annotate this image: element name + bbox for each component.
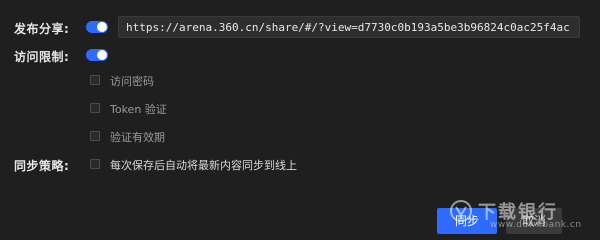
- validity-period-label: 验证有效期: [110, 131, 165, 144]
- access-restriction-toggle[interactable]: [86, 49, 108, 61]
- toggle-knob: [97, 22, 107, 32]
- auto-sync-label: 每次保存后自动将最新内容同步到线上: [110, 159, 297, 172]
- token-verify-label: Token 验证: [110, 103, 167, 116]
- watermark-subtitle: www.downbank.cn: [490, 220, 582, 230]
- sync-strategy-label: 同步策略:: [14, 159, 70, 173]
- access-restriction-label: 访问限制:: [14, 50, 70, 64]
- sync-strategy-row: 同步策略: 每次保存后自动将最新内容同步到线上: [0, 154, 600, 176]
- validity-period-checkbox[interactable]: [90, 131, 100, 141]
- toggle-knob: [97, 50, 107, 60]
- access-password-checkbox[interactable]: [90, 75, 100, 85]
- publish-share-toggle[interactable]: [86, 21, 108, 33]
- access-password-label: 访问密码: [110, 75, 154, 88]
- token-verify-checkbox[interactable]: [90, 103, 100, 113]
- publish-share-row: 发布分享: https://arena.360.cn/share/#/?view…: [0, 0, 600, 48]
- watermark: 下载银行 www.downbank.cn: [450, 196, 590, 236]
- publish-share-label: 发布分享:: [14, 22, 70, 36]
- downbank-logo-icon: [450, 200, 472, 222]
- access-restriction-row: 访问限制:: [0, 44, 600, 66]
- auto-sync-checkbox[interactable]: [90, 159, 100, 169]
- share-url-field[interactable]: https://arena.360.cn/share/#/?view=d7730…: [118, 16, 580, 38]
